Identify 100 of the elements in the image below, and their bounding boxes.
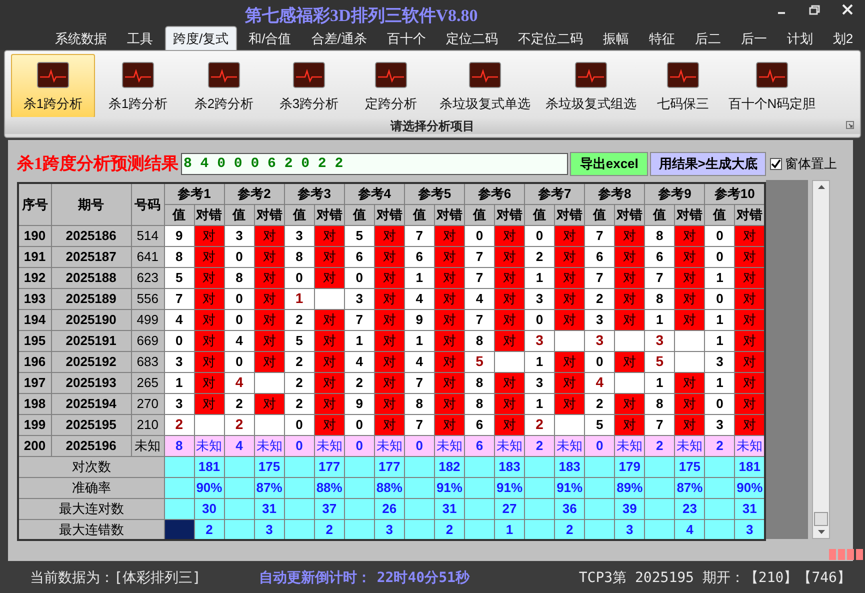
table-cell: 对 bbox=[554, 351, 585, 372]
table-cell: 7 bbox=[584, 267, 615, 288]
scroll-down-icon[interactable] bbox=[818, 530, 824, 534]
restore-icon[interactable] bbox=[809, 4, 820, 14]
table-cell: 7 bbox=[404, 414, 434, 435]
heartbeat-monitor-icon bbox=[37, 62, 69, 88]
table-cell: 对 bbox=[314, 225, 344, 246]
table-cell: 对 bbox=[254, 288, 284, 309]
table-cell: 26 bbox=[374, 498, 404, 519]
column-header: 值 bbox=[284, 204, 314, 225]
table-cell: 0 bbox=[704, 225, 735, 246]
menu-tab[interactable]: 后一 bbox=[730, 28, 777, 50]
table-cell: 1 bbox=[164, 372, 194, 393]
table-cell: 对 bbox=[374, 351, 404, 372]
menu-tab[interactable]: 百十个 bbox=[376, 28, 436, 50]
table-cell: 0 bbox=[704, 288, 735, 309]
table-cell: 对 bbox=[674, 225, 705, 246]
result-field[interactable]: 8 4 0 0 0 6 2 0 2 2 bbox=[180, 153, 568, 175]
analysis-button[interactable]: 杀2跨分析 bbox=[181, 54, 267, 118]
table-cell: 1 bbox=[494, 519, 525, 540]
analysis-button[interactable]: 七码保三 bbox=[643, 54, 723, 118]
close-icon[interactable] bbox=[842, 4, 853, 15]
table-cell: 2025186 bbox=[51, 225, 132, 246]
table-cell: 对 bbox=[194, 309, 224, 330]
table-cell: 对 bbox=[314, 393, 344, 414]
table-cell: 6 bbox=[644, 246, 675, 267]
menu-tab[interactable]: 和/合值 bbox=[238, 28, 302, 50]
table-cell: 641 bbox=[131, 246, 164, 267]
table-cell: 未知 bbox=[314, 435, 344, 456]
table-cell: 3 bbox=[254, 519, 284, 540]
column-header: 值 bbox=[344, 204, 374, 225]
menu-tab[interactable]: 合差/通杀 bbox=[301, 28, 377, 50]
analysis-button[interactable]: 杀垃圾复式组选 bbox=[539, 54, 643, 118]
table-cell: 2025188 bbox=[51, 267, 132, 288]
menu-tab[interactable]: 工具 bbox=[117, 28, 163, 50]
generate-button[interactable]: 用结果>生成大底 bbox=[650, 152, 766, 176]
table-cell: 183 bbox=[554, 456, 585, 477]
table-cell: 195 bbox=[18, 330, 52, 351]
table-cell: 对 bbox=[674, 267, 705, 288]
table-cell[interactable] bbox=[164, 498, 194, 519]
dialog-launcher-icon[interactable] bbox=[846, 121, 854, 129]
table-cell: 对 bbox=[494, 393, 525, 414]
table-cell: 1 bbox=[344, 330, 374, 351]
table-cell: 对 bbox=[194, 351, 224, 372]
table-cell: 89% bbox=[614, 477, 645, 498]
checkbox[interactable] bbox=[770, 158, 782, 170]
menu-tab[interactable]: 计划 bbox=[776, 28, 823, 50]
column-header: 对错 bbox=[734, 204, 765, 225]
table-cell: 2025195 bbox=[51, 414, 132, 435]
table-cell: 对 bbox=[314, 267, 344, 288]
table-cell: 27 bbox=[494, 498, 525, 519]
table-cell[interactable] bbox=[164, 456, 194, 477]
selected-cell[interactable] bbox=[164, 519, 194, 540]
ribbon-caption: 请选择分析项目 bbox=[390, 118, 474, 134]
table-cell: 192 bbox=[18, 267, 52, 288]
menu-tab[interactable]: 定位二码 bbox=[436, 28, 508, 50]
scrollbar[interactable] bbox=[812, 180, 830, 539]
table-cell: 对 bbox=[734, 330, 765, 351]
table-cell: 39 bbox=[614, 498, 645, 519]
heartbeat-monitor-icon bbox=[208, 62, 240, 88]
analysis-button[interactable]: 杀3跨分析 bbox=[267, 54, 351, 118]
table-cell: 对 bbox=[194, 267, 224, 288]
scroll-thumb[interactable] bbox=[814, 512, 828, 526]
menu-tab[interactable]: 不定位二码 bbox=[508, 28, 593, 50]
table-cell: 对 bbox=[614, 393, 645, 414]
table-cell: 对 bbox=[254, 351, 284, 372]
analysis-button[interactable]: 杀1跨分析 bbox=[95, 54, 181, 118]
table-cell: 191 bbox=[18, 246, 52, 267]
heartbeat-monitor-icon bbox=[667, 62, 699, 88]
table-cell: 最大连对数 bbox=[18, 498, 164, 519]
analysis-button[interactable]: 杀1跨分析 bbox=[11, 54, 95, 118]
menu-tab[interactable]: 后二 bbox=[684, 28, 731, 50]
table-cell: 4 bbox=[584, 372, 615, 393]
scroll-up-icon[interactable] bbox=[818, 185, 824, 189]
menu-tab[interactable]: 特征 bbox=[638, 28, 685, 50]
table-cell: 4 bbox=[464, 288, 494, 309]
analysis-button[interactable]: 定跨分析 bbox=[351, 54, 431, 118]
export-button[interactable]: 导出excel bbox=[570, 152, 648, 176]
table-cell: 对 bbox=[674, 393, 705, 414]
table-cell: 3 bbox=[584, 309, 615, 330]
table-cell: 对 bbox=[614, 309, 645, 330]
table-cell: 未知 bbox=[254, 435, 284, 456]
menu-tab[interactable]: 划2 bbox=[822, 28, 864, 50]
table-cell: 0 bbox=[344, 414, 374, 435]
menu-tab[interactable]: 振幅 bbox=[592, 28, 639, 50]
table-cell: 177 bbox=[374, 456, 404, 477]
table-cell: 最大连错数 bbox=[18, 519, 164, 540]
menu-tab[interactable]: 跨度/复式 bbox=[165, 26, 237, 50]
analysis-button[interactable]: 杀垃圾复式单选 bbox=[431, 54, 539, 118]
table-cell: 对 bbox=[674, 309, 705, 330]
table-cell: 3 bbox=[704, 414, 735, 435]
table-cell[interactable] bbox=[164, 477, 194, 498]
menu-tab[interactable]: 系统数据 bbox=[45, 28, 117, 50]
column-header: 对错 bbox=[614, 204, 645, 225]
table-cell: 7 bbox=[164, 288, 194, 309]
table-cell: 对 bbox=[554, 267, 585, 288]
table-cell: 499 bbox=[131, 309, 164, 330]
table-cell: 31 bbox=[734, 498, 765, 519]
analysis-button[interactable]: 百十个N码定胆 bbox=[723, 54, 821, 118]
column-header: 对错 bbox=[374, 204, 404, 225]
